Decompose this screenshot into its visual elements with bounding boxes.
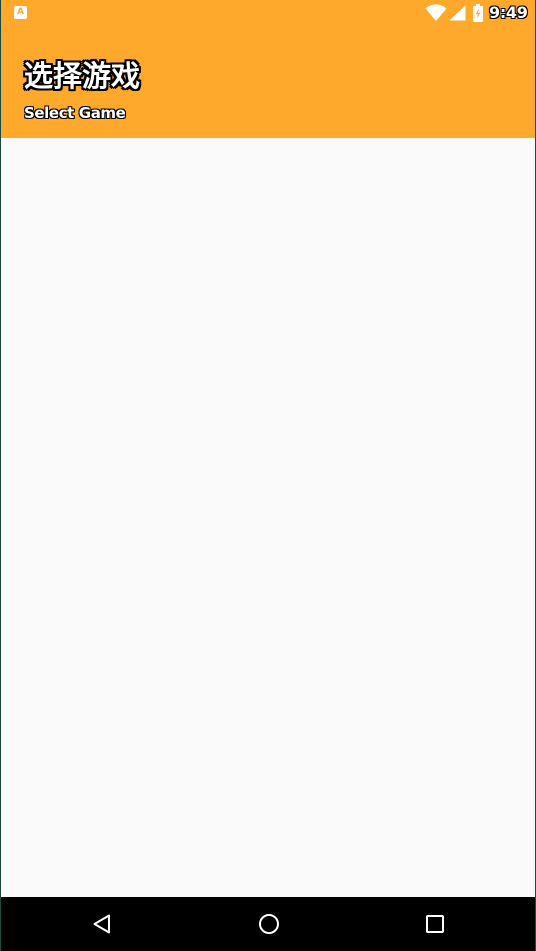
recents-square-icon xyxy=(426,915,444,933)
home-circle-icon xyxy=(259,914,279,934)
navigation-bar xyxy=(1,897,535,951)
app-bar: A 9:49 选择游戏 Select Game xyxy=(1,0,535,138)
back-button[interactable] xyxy=(82,904,122,944)
battery-charging-icon xyxy=(473,4,483,22)
back-triangle-icon xyxy=(93,914,110,934)
home-button[interactable] xyxy=(249,904,289,944)
page-subtitle: Select Game xyxy=(24,104,126,122)
wifi-icon xyxy=(425,4,447,21)
status-bar: A 9:49 xyxy=(1,0,535,26)
screen: A 9:49 选择游戏 Select Game xyxy=(1,0,535,951)
game-list-area xyxy=(1,138,535,897)
status-time: 9:49 xyxy=(489,3,528,22)
recents-button[interactable] xyxy=(415,904,455,944)
page-title: 选择游戏 xyxy=(24,59,141,93)
app-notification-icon: A xyxy=(14,6,27,19)
cell-signal-icon xyxy=(449,5,466,21)
